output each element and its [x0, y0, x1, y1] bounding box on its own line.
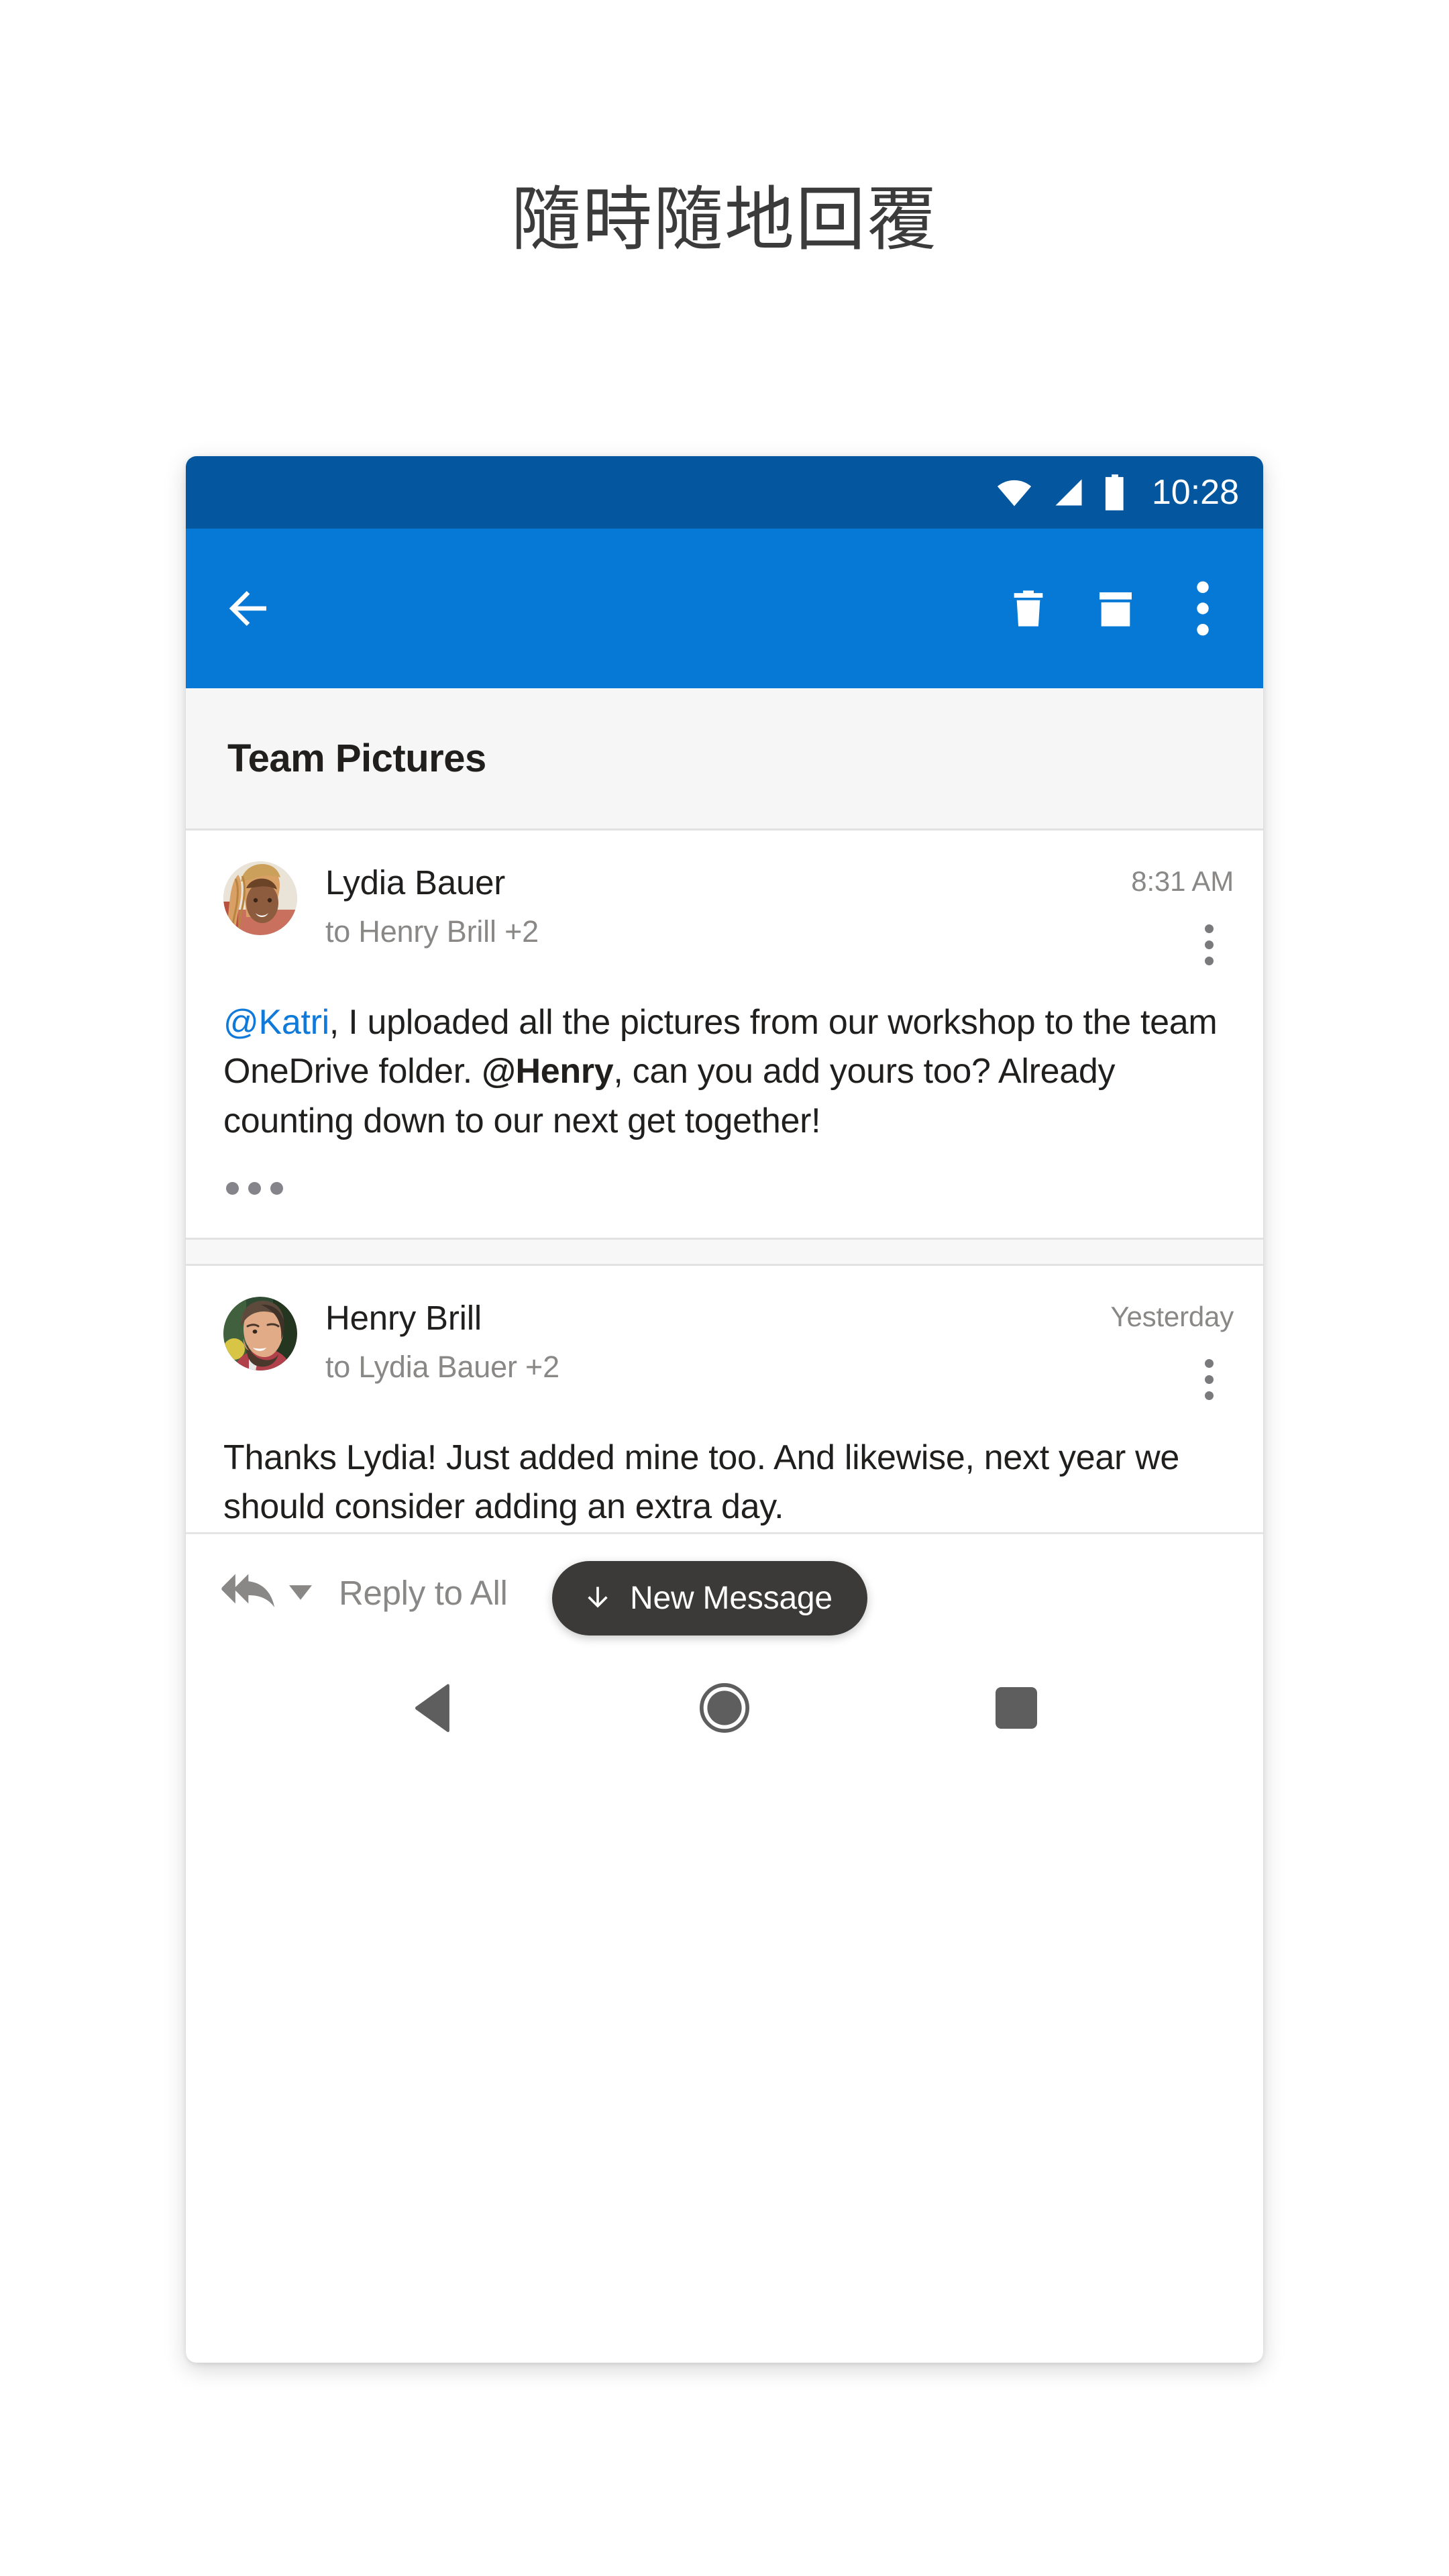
new-message-button[interactable]: New Message	[552, 1560, 867, 1635]
message-meta: 8:31 AM	[1131, 861, 1234, 971]
show-trimmed-content-icon[interactable]	[223, 1177, 286, 1200]
avatar[interactable]	[223, 1296, 297, 1371]
recipients-line[interactable]: to Lydia Bauer +2	[325, 1349, 1111, 1385]
reply-all-icon[interactable]	[221, 1570, 278, 1615]
sender-name: Henry Brill	[325, 1298, 482, 1337]
wifi-icon	[995, 473, 1034, 512]
android-recents-icon[interactable]	[976, 1668, 1057, 1748]
back-arrow-icon[interactable]	[214, 574, 284, 643]
message-timestamp: Yesterday	[1110, 1300, 1234, 1332]
message-more-options-icon[interactable]	[1193, 1353, 1224, 1407]
delete-icon[interactable]	[994, 574, 1063, 643]
android-navigation-bar	[186, 1651, 1263, 1764]
status-bar: 10:28	[186, 456, 1263, 529]
message-body: @Katri, I uploaded all the pictures from…	[186, 971, 1263, 1146]
message-item[interactable]: Henry Brill to Lydia Bauer +2 Yesterday …	[186, 1265, 1263, 1635]
message-body: Thanks Lydia! Just added mine too. And l…	[223, 1438, 1180, 1527]
message-item[interactable]: Lydia Bauer to Henry Brill +2 8:31 AM @K…	[186, 830, 1263, 1238]
reply-to-all-label: Reply to All	[339, 1573, 508, 1612]
avatar[interactable]	[223, 861, 297, 935]
message-more-options-icon[interactable]	[1193, 918, 1224, 971]
message-body-wrapper: Thanks Lydia! Just added mine too. And l…	[186, 1407, 1263, 1635]
trimmed-content-row	[186, 1146, 1263, 1238]
archive-icon[interactable]	[1081, 574, 1150, 643]
app-bar-actions	[994, 574, 1238, 643]
app-bar	[186, 529, 1263, 688]
message-meta: Yesterday	[1111, 1297, 1234, 1407]
phone-frame: 10:28 Team Pictures Lydia Bauer to Henry…	[186, 456, 1263, 2363]
conversation-subject-bar: Team Pictures	[186, 688, 1263, 830]
sender-name: Lydia Bauer	[325, 863, 506, 902]
battery-icon	[1104, 474, 1126, 511]
chevron-down-icon[interactable]	[289, 1585, 312, 1600]
recipients-line[interactable]: to Henry Brill +2	[325, 914, 1131, 950]
arrow-down-icon	[583, 1583, 612, 1613]
mention-katri[interactable]: @Katri	[223, 1003, 329, 1042]
page-headline: 隨時隨地回覆	[511, 178, 938, 260]
message-header: Lydia Bauer to Henry Brill +2 8:31 AM	[186, 830, 1263, 971]
message-header: Henry Brill to Lydia Bauer +2 Yesterday	[186, 1266, 1263, 1407]
message-separator	[186, 1237, 1263, 1266]
message-sender-block: Henry Brill to Lydia Bauer +2	[297, 1297, 1111, 1385]
status-bar-icons: 10:28	[995, 472, 1239, 513]
android-home-icon[interactable]	[684, 1668, 765, 1748]
more-options-icon[interactable]	[1168, 574, 1238, 643]
new-message-label: New Message	[630, 1580, 833, 1616]
cellular-signal-icon	[1051, 475, 1086, 510]
mention-henry: @Henry	[482, 1052, 614, 1091]
message-timestamp: 8:31 AM	[1131, 865, 1234, 897]
message-sender-block: Lydia Bauer to Henry Brill +2	[297, 861, 1131, 950]
page-title: Team Pictures	[227, 737, 486, 780]
status-bar-time: 10:28	[1151, 473, 1239, 512]
android-back-icon[interactable]	[392, 1668, 473, 1748]
